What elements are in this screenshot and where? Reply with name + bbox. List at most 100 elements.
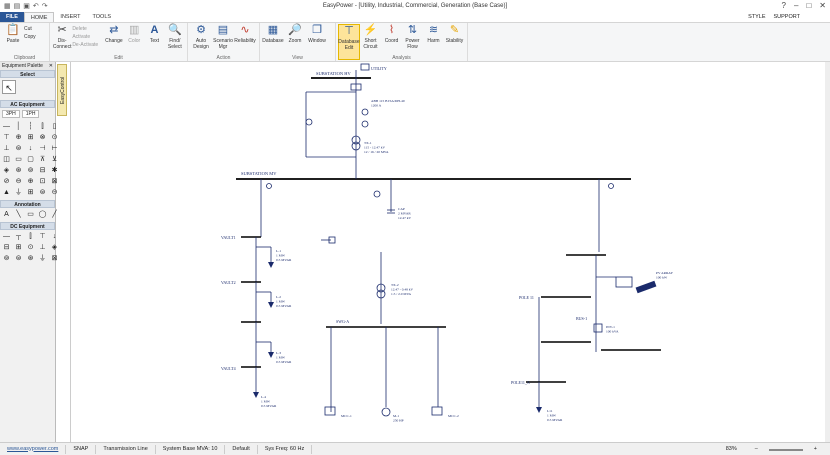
dc-ups-icon[interactable]: ⊛ xyxy=(25,254,36,264)
support-menu[interactable]: SUPPORT xyxy=(774,12,801,22)
misc-icon[interactable]: ⊝ xyxy=(49,188,60,198)
copy-button[interactable]: Copy xyxy=(24,34,46,40)
generator-icon[interactable]: ⊜ xyxy=(13,144,24,154)
tab-1ph[interactable]: 1PH xyxy=(21,110,40,118)
style-menu[interactable]: STYLE xyxy=(748,12,765,22)
ellipse-tool-icon[interactable]: ◯ xyxy=(37,210,48,220)
cut-button[interactable]: Cut xyxy=(24,26,46,32)
stability-icon: ✎ xyxy=(449,24,460,37)
pv-icon[interactable]: ⊚ xyxy=(25,166,36,176)
dc-load-icon[interactable]: ⊥ xyxy=(37,243,48,253)
vfd-icon[interactable]: ⊞ xyxy=(25,188,36,198)
capacitor-icon[interactable]: ⊣ xyxy=(37,144,48,154)
view-group: ▦ Database 🔎 Zoom ❐ Window View xyxy=(260,23,336,61)
dc-breaker-icon[interactable]: ⊤ xyxy=(37,232,48,242)
dc-conv-icon[interactable]: ◈ xyxy=(49,243,60,253)
file-menu[interactable]: FILE xyxy=(0,12,24,22)
load-icon[interactable]: ↓ xyxy=(25,144,36,154)
hv-icon[interactable]: ⊖ xyxy=(13,177,24,187)
dc-motor-icon[interactable]: ⊙ xyxy=(25,243,36,253)
panel-icon[interactable]: ▭ xyxy=(13,155,24,165)
dc-misc-icon[interactable]: ⊠ xyxy=(49,254,60,264)
clipboard-group-label: Clipboard xyxy=(13,55,36,61)
zoom-slider[interactable] xyxy=(768,448,803,451)
pointer-tool-icon[interactable]: ↖ xyxy=(2,80,16,94)
analysis-group: ⊤ Database Edit ⚡ Short Circuit ⌇ Coord ⇅ Po… xyxy=(336,23,468,61)
palette-close-icon[interactable]: ✕ xyxy=(49,62,53,70)
ct-icon[interactable]: ⊗ xyxy=(37,133,48,143)
tab-home[interactable]: HOME xyxy=(23,12,55,22)
bus1-label: BUS-1 xyxy=(576,316,587,321)
dc-pv-icon[interactable]: ⊚ xyxy=(1,254,12,264)
dc-cable-icon[interactable]: ┬ xyxy=(13,232,24,242)
deactivate-button[interactable]: De-Activate xyxy=(72,42,103,48)
sync-icon[interactable]: ⊕ xyxy=(25,177,36,187)
bus-icon[interactable]: — xyxy=(1,122,12,132)
tab-3ph[interactable]: 3PH xyxy=(2,110,20,118)
tx3-icon[interactable]: ⊜ xyxy=(37,188,48,198)
base-mva-status: System Base MVA: 10 xyxy=(156,444,226,454)
shunt-icon[interactable]: ⊠ xyxy=(49,177,60,187)
relay-icon[interactable]: ⊞ xyxy=(25,133,36,143)
window-icon: ❐ xyxy=(312,24,322,37)
easycontrol-tab[interactable]: EasyControl xyxy=(57,64,67,116)
vertical-scrollbar[interactable] xyxy=(825,62,830,442)
inverter-icon[interactable]: ◈ xyxy=(1,166,12,176)
dim-tool-icon[interactable]: ╱ xyxy=(49,210,60,220)
gen-icon[interactable]: ⊘ xyxy=(1,177,12,187)
pole11-label: POLE 11 xyxy=(519,295,534,300)
tab-tools[interactable]: TOOLS xyxy=(87,12,118,22)
ind-icon[interactable]: ⊡ xyxy=(37,177,48,187)
motor-icon[interactable]: ⊥ xyxy=(1,144,12,154)
fuse-icon[interactable]: ⊤ xyxy=(1,133,12,143)
dc-fuse-icon[interactable]: ↓ xyxy=(49,232,60,242)
text-tool-icon[interactable]: A xyxy=(1,210,12,220)
select-header[interactable]: Select xyxy=(0,70,55,78)
dc-battery-icon[interactable]: ⊟ xyxy=(1,243,12,253)
switch-icon[interactable]: ⫿ xyxy=(37,122,48,132)
help-icon[interactable]: ? xyxy=(782,1,786,10)
maximize-button[interactable]: □ xyxy=(806,1,811,10)
dc-equipment-header[interactable]: DC Equipment xyxy=(0,222,55,230)
solar-block xyxy=(615,276,633,288)
delete-button[interactable]: Delete xyxy=(72,26,103,32)
reactor-icon[interactable]: ⊢ xyxy=(49,144,60,154)
mcc-icon[interactable]: ▢ xyxy=(25,155,36,165)
utility-icon[interactable]: ◫ xyxy=(1,155,12,165)
zoom-control[interactable]: 83% – + xyxy=(719,445,824,454)
zoom-in-icon[interactable]: + xyxy=(807,445,824,454)
wind-icon[interactable]: ✱ xyxy=(49,166,60,176)
website-link[interactable]: www.easypower.com xyxy=(0,444,67,454)
cable-icon[interactable]: │ xyxy=(13,122,24,132)
pv-label: PV ARRAY 100 kW xyxy=(656,271,673,280)
breaker-icon[interactable]: ▯ xyxy=(49,122,60,132)
diagram-canvas[interactable]: SUBSTATION HV UTILITY ABB 115 B ISA/DH-4… xyxy=(70,62,825,442)
dc-bus-icon[interactable]: — xyxy=(1,232,12,242)
line-tool-icon[interactable]: ╲ xyxy=(13,210,24,220)
dc-charger-icon[interactable]: ⊞ xyxy=(13,243,24,253)
rect-tool-icon[interactable]: ▭ xyxy=(25,210,36,220)
ac-equipment-header[interactable]: AC Equipment xyxy=(0,100,55,108)
transline-status: Transmission Line xyxy=(96,444,156,454)
dc-ground-icon[interactable]: ⏚ xyxy=(37,254,48,264)
filter-icon[interactable]: ⊼ xyxy=(37,155,48,165)
arrow-icon[interactable]: ▲ xyxy=(1,188,12,198)
meter-icon[interactable]: ⊙ xyxy=(49,133,60,143)
zoom-out-icon[interactable]: – xyxy=(748,445,765,454)
activate-button[interactable]: Activate xyxy=(72,34,103,40)
dc-switch-icon[interactable]: ⫿ xyxy=(25,232,36,242)
close-button[interactable]: ✕ xyxy=(819,1,826,10)
ground-icon[interactable]: ⏚ xyxy=(13,188,24,198)
dc-gen-icon[interactable]: ⊜ xyxy=(13,254,24,264)
tab-insert[interactable]: INSERT xyxy=(54,12,86,22)
battery-icon[interactable]: ⊟ xyxy=(37,166,48,176)
minimize-button[interactable]: – xyxy=(794,1,798,10)
line-icon[interactable]: ┆ xyxy=(25,122,36,132)
database-icon: ▦ xyxy=(267,24,279,37)
svc-icon[interactable]: ⊻ xyxy=(49,155,60,165)
annotation-header[interactable]: Annotation xyxy=(0,200,55,208)
menu-bar: FILE HOME INSERT TOOLS STYLE SUPPORT xyxy=(0,12,830,22)
ups-icon[interactable]: ⊛ xyxy=(13,166,24,176)
snap-status[interactable]: SNAP xyxy=(66,444,97,454)
transformer-icon[interactable]: ⊕ xyxy=(13,133,24,143)
